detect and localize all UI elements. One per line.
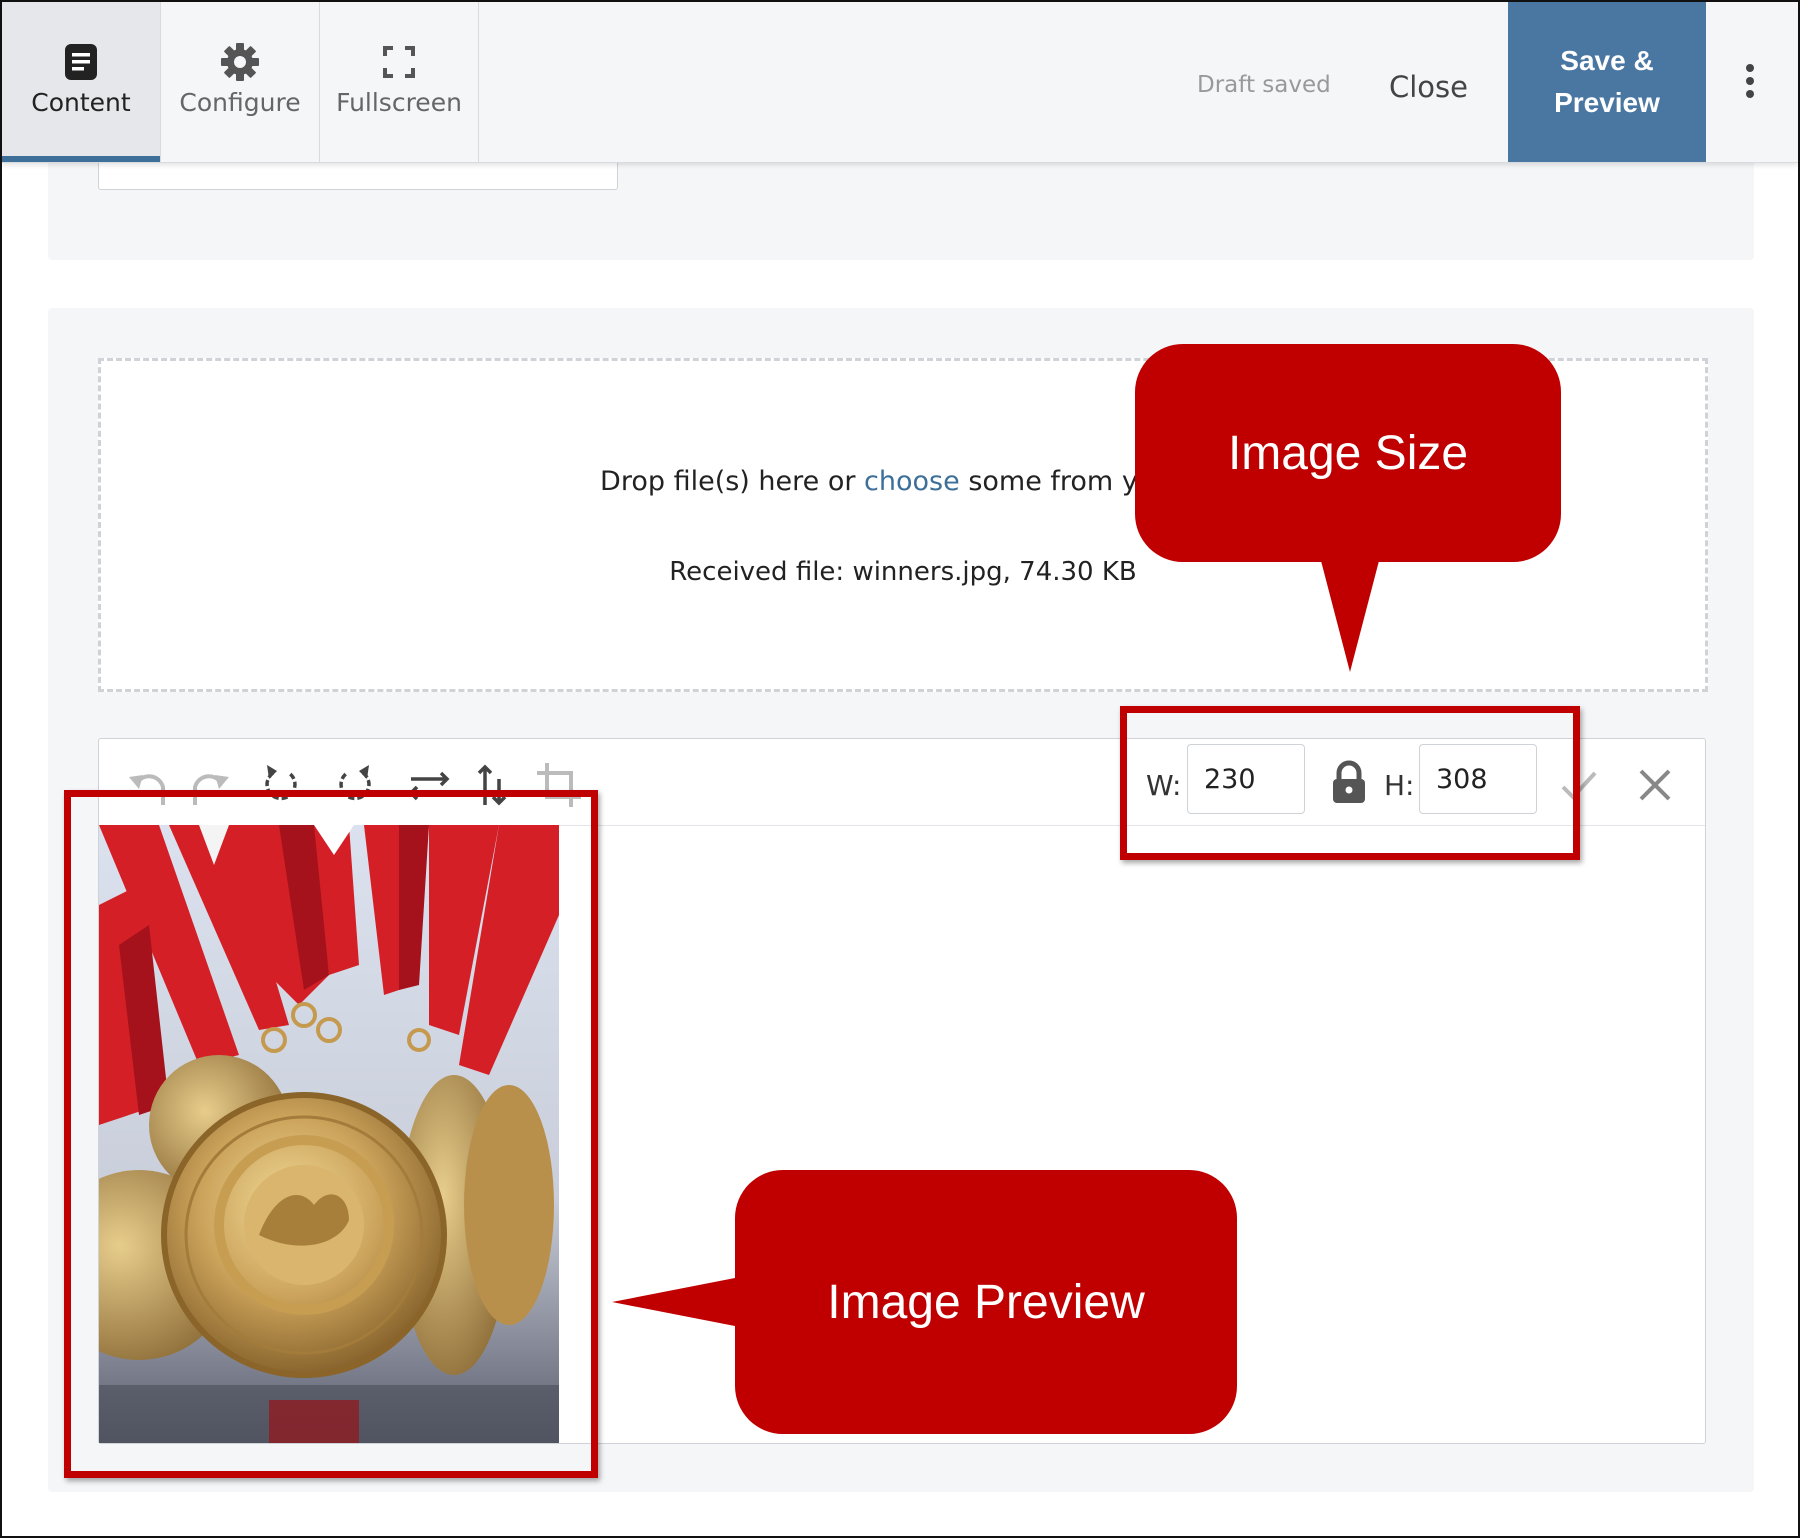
image-size-callout-label: Image Size (1227, 426, 1469, 480)
app-window: Content Configure Fullscreen Draft saved… (0, 0, 1800, 1538)
kebab-menu-icon[interactable] (1744, 64, 1756, 104)
choose-file-link[interactable]: choose (864, 466, 960, 497)
save-preview-label: Save & Preview (1554, 45, 1660, 118)
tab-content[interactable]: Content (2, 2, 161, 162)
image-preview-highlight (64, 790, 598, 1478)
image-preview-callout-label: Image Preview (827, 1275, 1145, 1329)
fullscreen-icon (383, 46, 415, 78)
image-size-highlight (1120, 706, 1580, 860)
editor-topbar: Content Configure Fullscreen Draft saved… (2, 2, 1798, 163)
tab-fullscreen[interactable]: Fullscreen (320, 2, 479, 162)
draft-status: Draft saved (1197, 72, 1331, 98)
gear-icon (221, 43, 259, 81)
image-preview-callout-pointer (612, 1277, 740, 1327)
image-size-callout: Image Size (1135, 344, 1561, 562)
tab-configure[interactable]: Configure (161, 2, 320, 162)
document-icon (65, 44, 97, 80)
tab-fullscreen-label: Fullscreen (336, 88, 462, 117)
image-preview-callout: Image Preview (735, 1170, 1237, 1434)
close-icon[interactable] (1631, 761, 1679, 809)
close-button[interactable]: Close (1389, 70, 1468, 104)
image-size-callout-pointer (1320, 557, 1380, 672)
tab-content-label: Content (31, 88, 131, 117)
save-preview-button[interactable]: Save & Preview (1508, 2, 1706, 162)
tab-configure-label: Configure (179, 88, 301, 117)
